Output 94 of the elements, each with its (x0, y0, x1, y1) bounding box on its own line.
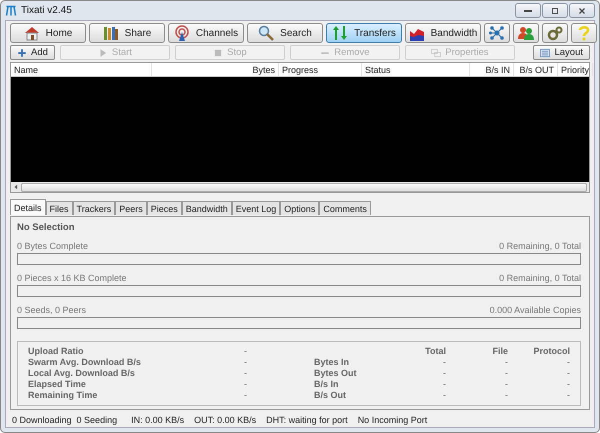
traffic-label: Bytes In (314, 357, 350, 368)
status-text: No Incoming Port (358, 414, 428, 424)
stat-value: - (244, 368, 248, 379)
close-icon (577, 6, 587, 16)
column-header[interactable]: Bytes (152, 63, 279, 76)
status-text: 0 Seeding (76, 414, 118, 424)
up-down-arrows-icon (332, 25, 348, 41)
nav-tab[interactable]: Search (247, 23, 323, 43)
detail-tab[interactable]: Details (10, 199, 46, 215)
stat-label: Local Avg. Download B/s (28, 368, 136, 379)
users-button[interactable] (513, 23, 539, 43)
toolbar-button[interactable]: Add (10, 45, 55, 60)
detail-tab[interactable]: Pieces (146, 201, 182, 215)
network-nodes-icon (489, 25, 505, 41)
detail-tab[interactable]: Peers (115, 201, 147, 215)
question-mark-icon (576, 25, 592, 41)
status-text: 0 Downloading (12, 414, 72, 424)
stat-value: - (244, 346, 248, 357)
minimize-icon (523, 9, 533, 12)
books-icon (102, 25, 119, 41)
traffic-column-header: Protocol (532, 346, 570, 357)
traffic-value: - (442, 357, 446, 368)
nav-tab[interactable]: Home (10, 23, 86, 43)
traffic-value: - (442, 379, 446, 390)
search-icon (258, 25, 274, 41)
traffic-value: - (566, 357, 570, 368)
traffic-value: - (566, 379, 570, 390)
broadcast-icon (174, 25, 190, 41)
window-title: Tixati v2.45 (21, 5, 73, 16)
progress-label: 0 Pieces x 16 KB Complete (17, 273, 127, 283)
list-icon (540, 48, 550, 58)
traffic-value: - (442, 390, 446, 401)
detail-tab[interactable]: Comments (319, 201, 371, 215)
gears-button[interactable] (542, 23, 568, 43)
column-header[interactable]: Priority (558, 63, 594, 76)
traffic-label: Bytes Out (314, 368, 358, 379)
progress-label: 0 Seeds, 0 Peers (17, 305, 86, 315)
status-text: IN: 0.00 KB/s (131, 414, 184, 424)
play-icon (98, 48, 108, 58)
nav-tab[interactable]: Channels (168, 23, 244, 43)
minimize-button[interactable] (515, 3, 541, 18)
maximize-button[interactable] (542, 3, 568, 18)
column-header[interactable]: Progress (279, 63, 362, 76)
column-header[interactable]: B/s IN (470, 63, 514, 76)
windows-icon (431, 48, 442, 58)
stat-value: - (244, 379, 248, 390)
progress-summary: 0.000 Available Copies (490, 305, 581, 315)
traffic-value: - (504, 379, 508, 390)
traffic-value: - (504, 368, 508, 379)
stat-value: - (244, 390, 248, 401)
column-header[interactable]: Name (11, 63, 152, 76)
traffic-value: - (504, 357, 508, 368)
traffic-label: B/s Out (314, 390, 348, 401)
close-button[interactable] (569, 3, 595, 18)
traffic-value: - (566, 390, 570, 401)
stat-label: Elapsed Time (28, 379, 87, 390)
detail-tab[interactable]: Event Log (232, 201, 280, 215)
traffic-value: - (504, 390, 508, 401)
stat-label: Remaining Time (28, 390, 98, 401)
column-header[interactable]: B/s OUT (514, 63, 558, 76)
house-icon (24, 25, 40, 41)
selection-heading: No Selection (17, 222, 76, 233)
stat-label: Swarm Avg. Download B/s (28, 357, 142, 368)
status-text: DHT: waiting for port (266, 414, 348, 424)
progress-label: 0 Bytes Complete (17, 241, 88, 251)
stat-value: - (244, 357, 248, 368)
network-nodes-button[interactable] (484, 23, 510, 43)
column-header[interactable]: Status (362, 63, 470, 76)
nav-tab[interactable]: Bandwidth (405, 23, 481, 43)
users-icon (518, 25, 534, 41)
detail-tab[interactable]: Trackers (72, 201, 116, 215)
traffic-column-header: Total (424, 346, 446, 357)
progress-summary: 0 Remaining, 0 Total (499, 241, 581, 251)
plus-icon (17, 48, 27, 58)
app-logo-icon (5, 4, 17, 16)
maximize-icon (550, 6, 560, 16)
traffic-value: - (566, 368, 570, 379)
stop-icon (213, 48, 224, 58)
toolbar-button[interactable]: Layout (533, 45, 590, 60)
detail-tab[interactable]: Options (280, 201, 320, 215)
question-mark-button[interactable] (571, 23, 597, 43)
horizontal-scrollbar[interactable] (11, 182, 589, 192)
detail-tab[interactable]: Bandwidth (182, 201, 232, 215)
nav-tab[interactable]: Transfers (326, 23, 402, 43)
stat-label: Upload Ratio (28, 346, 84, 357)
nav-tab[interactable]: Share (89, 23, 165, 43)
traffic-label: B/s In (314, 379, 340, 390)
detail-tab[interactable]: Files (46, 201, 73, 215)
gears-icon (547, 25, 563, 41)
status-text: OUT: 0.00 KB/s (194, 414, 256, 424)
traffic-column-header: File (491, 346, 508, 357)
left-arrow-icon (13, 184, 19, 190)
traffic-value: - (442, 368, 446, 379)
progress-summary: 0 Remaining, 0 Total (499, 273, 581, 283)
